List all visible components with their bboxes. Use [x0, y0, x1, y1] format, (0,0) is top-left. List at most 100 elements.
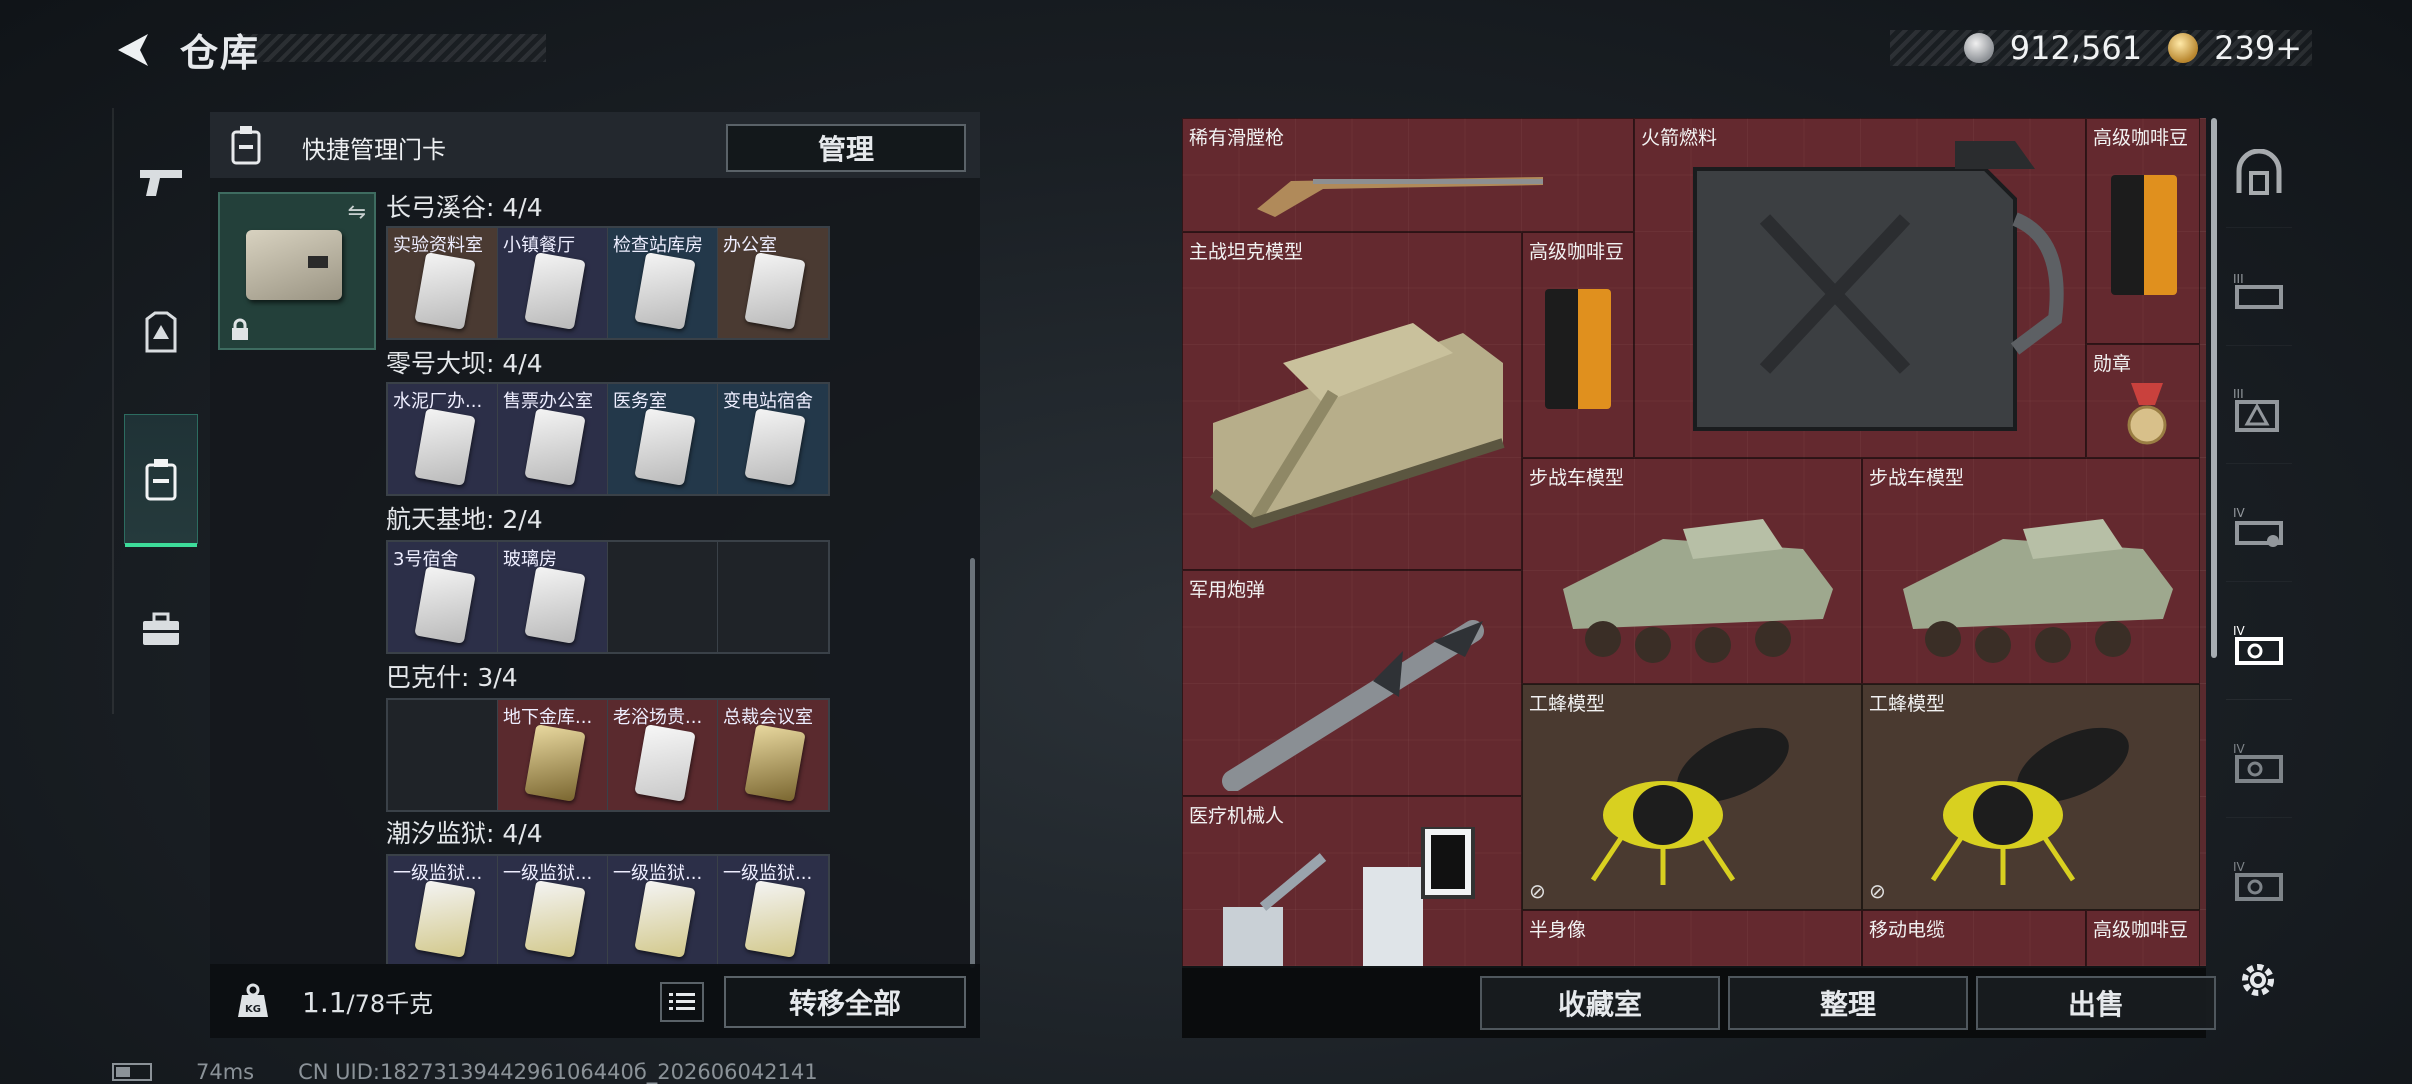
- keycard-row-space-base: 3号宿舍 玻璃房: [386, 540, 830, 654]
- keycard-case-thumbnail[interactable]: ⇋: [218, 192, 376, 350]
- lock-icon: [232, 318, 248, 340]
- keycard-scrollbar[interactable]: [970, 558, 975, 968]
- currency-bar: 912,561 239+: [1890, 29, 2312, 67]
- keycard-panel: 快捷管理门卡 管理 ⇋ 长弓溪谷: 4/4 实验资料室 小镇餐厅 检查站库房 办…: [210, 112, 980, 1038]
- tier4-projector-icon: IV: [2233, 624, 2283, 665]
- manage-button[interactable]: 管理: [726, 124, 966, 172]
- keycard-slot[interactable]: 售票办公室: [498, 384, 608, 494]
- slot-label: 一级监狱...: [393, 863, 483, 884]
- stash-item-bust[interactable]: 半身像: [1522, 910, 1862, 966]
- pistol-icon: [140, 170, 182, 196]
- keycard-slot[interactable]: 小镇餐厅: [498, 228, 608, 338]
- keycard-slot[interactable]: 一级监狱...: [718, 856, 828, 966]
- keycard-row-tidal-prison: 一级监狱... 一级监狱... 一级监狱... 一级监狱...: [386, 854, 830, 966]
- weight-value: 1.1: [302, 986, 347, 1019]
- no-insure-icon: ⊘: [1869, 879, 1886, 903]
- stash-item-wasp-model[interactable]: 工蜂模型 ⊘: [1862, 684, 2200, 910]
- keycard-slot-empty[interactable]: [388, 700, 498, 810]
- slot-label: 老浴场贵...: [613, 707, 703, 728]
- nav-weapons[interactable]: [124, 118, 198, 248]
- back-arrow-icon: [118, 34, 148, 66]
- keycard-image: [524, 408, 586, 486]
- slot-label: 玻璃房: [503, 549, 557, 570]
- item-label: 移动电缆: [1869, 919, 1946, 941]
- list-view-button[interactable]: [660, 982, 704, 1022]
- category-tier3-a[interactable]: III: [2226, 236, 2292, 346]
- silver-balance: 912,561: [2009, 29, 2143, 67]
- missile-icon: [1222, 620, 1484, 791]
- category-tier4-d[interactable]: IV: [2226, 826, 2292, 936]
- keycard-image: [744, 724, 806, 802]
- keycard-slot[interactable]: 水泥厂办...: [388, 384, 498, 494]
- keycard-slot[interactable]: 办公室: [718, 228, 828, 338]
- stash-grid: 稀有滑膛枪 火箭燃料 高级咖啡豆 主战坦克模型 高级咖啡豆 勋章 步战车模型 步…: [1182, 118, 2206, 966]
- weight-readout: 1.1/78千克: [302, 984, 433, 1019]
- category-all[interactable]: [2226, 118, 2292, 228]
- nav-supplies[interactable]: [124, 564, 198, 694]
- keycard-slot[interactable]: 一级监狱...: [498, 856, 608, 966]
- inventory-footer: KG 1.1/78千克 转移全部: [210, 964, 980, 1038]
- keycard-slot[interactable]: 地下金库...: [498, 700, 608, 810]
- keycard-slot[interactable]: 老浴场贵...: [608, 700, 718, 810]
- keycard-slot[interactable]: 一级监狱...: [388, 856, 498, 966]
- item-label: 步战车模型: [1529, 467, 1625, 489]
- svg-text:III: III: [2233, 387, 2244, 401]
- category-tier3-b[interactable]: III: [2226, 354, 2292, 464]
- slot-label: 变电站宿舍: [723, 391, 813, 412]
- keycard-slot[interactable]: 玻璃房: [498, 542, 608, 652]
- keycard-slot-empty[interactable]: [718, 542, 828, 652]
- collection-room-button[interactable]: 收藏室: [1480, 976, 1720, 1030]
- stash-item-medal[interactable]: 勋章: [2086, 344, 2200, 458]
- stash-item-rocket-fuel[interactable]: 火箭燃料: [1634, 118, 2086, 458]
- stash-category-nav: III III IV IV IV IV: [2226, 118, 2292, 918]
- keycard-slot[interactable]: 检查站库房: [608, 228, 718, 338]
- keycard-slot[interactable]: 一级监狱...: [608, 856, 718, 966]
- armor-icon: [145, 311, 177, 353]
- nav-equipment[interactable]: [124, 268, 198, 398]
- nav-keycards[interactable]: [124, 414, 198, 547]
- slot-label: 一级监狱...: [503, 863, 593, 884]
- keycard-image: [744, 252, 806, 330]
- quick-manage-label: 快捷管理门卡: [302, 136, 446, 164]
- stash-item-musket[interactable]: 稀有滑膛枪: [1182, 118, 1634, 232]
- stash-item-wasp-model[interactable]: 工蜂模型 ⊘: [1522, 684, 1862, 910]
- gear-icon: [2242, 964, 2274, 996]
- stash-item-medical-robot[interactable]: 医疗机械人: [1182, 796, 1522, 966]
- toolbox-icon: [143, 612, 179, 645]
- settings-button[interactable]: [2234, 956, 2282, 1004]
- stash-item-ifv-model[interactable]: 步战车模型: [1522, 458, 1862, 684]
- item-label: 高级咖啡豆: [2093, 127, 2189, 149]
- category-tier4-a[interactable]: IV: [2226, 472, 2292, 582]
- tier3-triangle-icon: III: [2233, 387, 2279, 432]
- keycard-slot-empty[interactable]: [608, 542, 718, 652]
- stash-item-tank-model[interactable]: 主战坦克模型: [1182, 232, 1522, 570]
- stash-item-ifv-model[interactable]: 步战车模型: [1862, 458, 2200, 684]
- back-button[interactable]: [108, 28, 160, 72]
- stash-scrollbar[interactable]: [2211, 118, 2217, 658]
- transfer-all-button[interactable]: 转移全部: [724, 976, 966, 1028]
- category-tier4-c[interactable]: IV: [2226, 708, 2292, 818]
- stash-item-coffee-beans[interactable]: 高级咖啡豆: [2086, 118, 2200, 344]
- keycard-slot[interactable]: 医务室: [608, 384, 718, 494]
- gold-coin-icon: [2168, 33, 2199, 63]
- keycard-slot[interactable]: 3号宿舍: [388, 542, 498, 652]
- coffee-bag-icon: [1545, 289, 1611, 409]
- keycard-slot[interactable]: 变电站宿舍: [718, 384, 828, 494]
- gold-balance[interactable]: 239+: [2214, 29, 2302, 67]
- keycard-slot[interactable]: 实验资料室: [388, 228, 498, 338]
- tier4-card-icon: IV: [2233, 506, 2283, 547]
- item-label: 半身像: [1529, 919, 1587, 941]
- ifv-icon: [1563, 519, 1833, 663]
- sell-button[interactable]: 出售: [1976, 976, 2216, 1030]
- stash-item-artillery-shell[interactable]: 军用炮弹: [1182, 570, 1522, 796]
- stash-item-mobile-cable[interactable]: 移动电缆: [1862, 910, 2086, 966]
- stash-item-coffee-beans[interactable]: 高级咖啡豆: [1522, 232, 1634, 458]
- stash-item-coffee-beans[interactable]: 高级咖啡豆: [2086, 910, 2200, 966]
- slot-label: 一级监狱...: [613, 863, 703, 884]
- sort-button[interactable]: 整理: [1728, 976, 1968, 1030]
- keycard-slot[interactable]: 总裁会议室: [718, 700, 828, 810]
- no-insure-icon: ⊘: [1529, 879, 1546, 903]
- ifv-icon: [1903, 519, 2173, 663]
- list-icon: [669, 993, 695, 1010]
- category-tier4-b[interactable]: IV: [2226, 590, 2292, 700]
